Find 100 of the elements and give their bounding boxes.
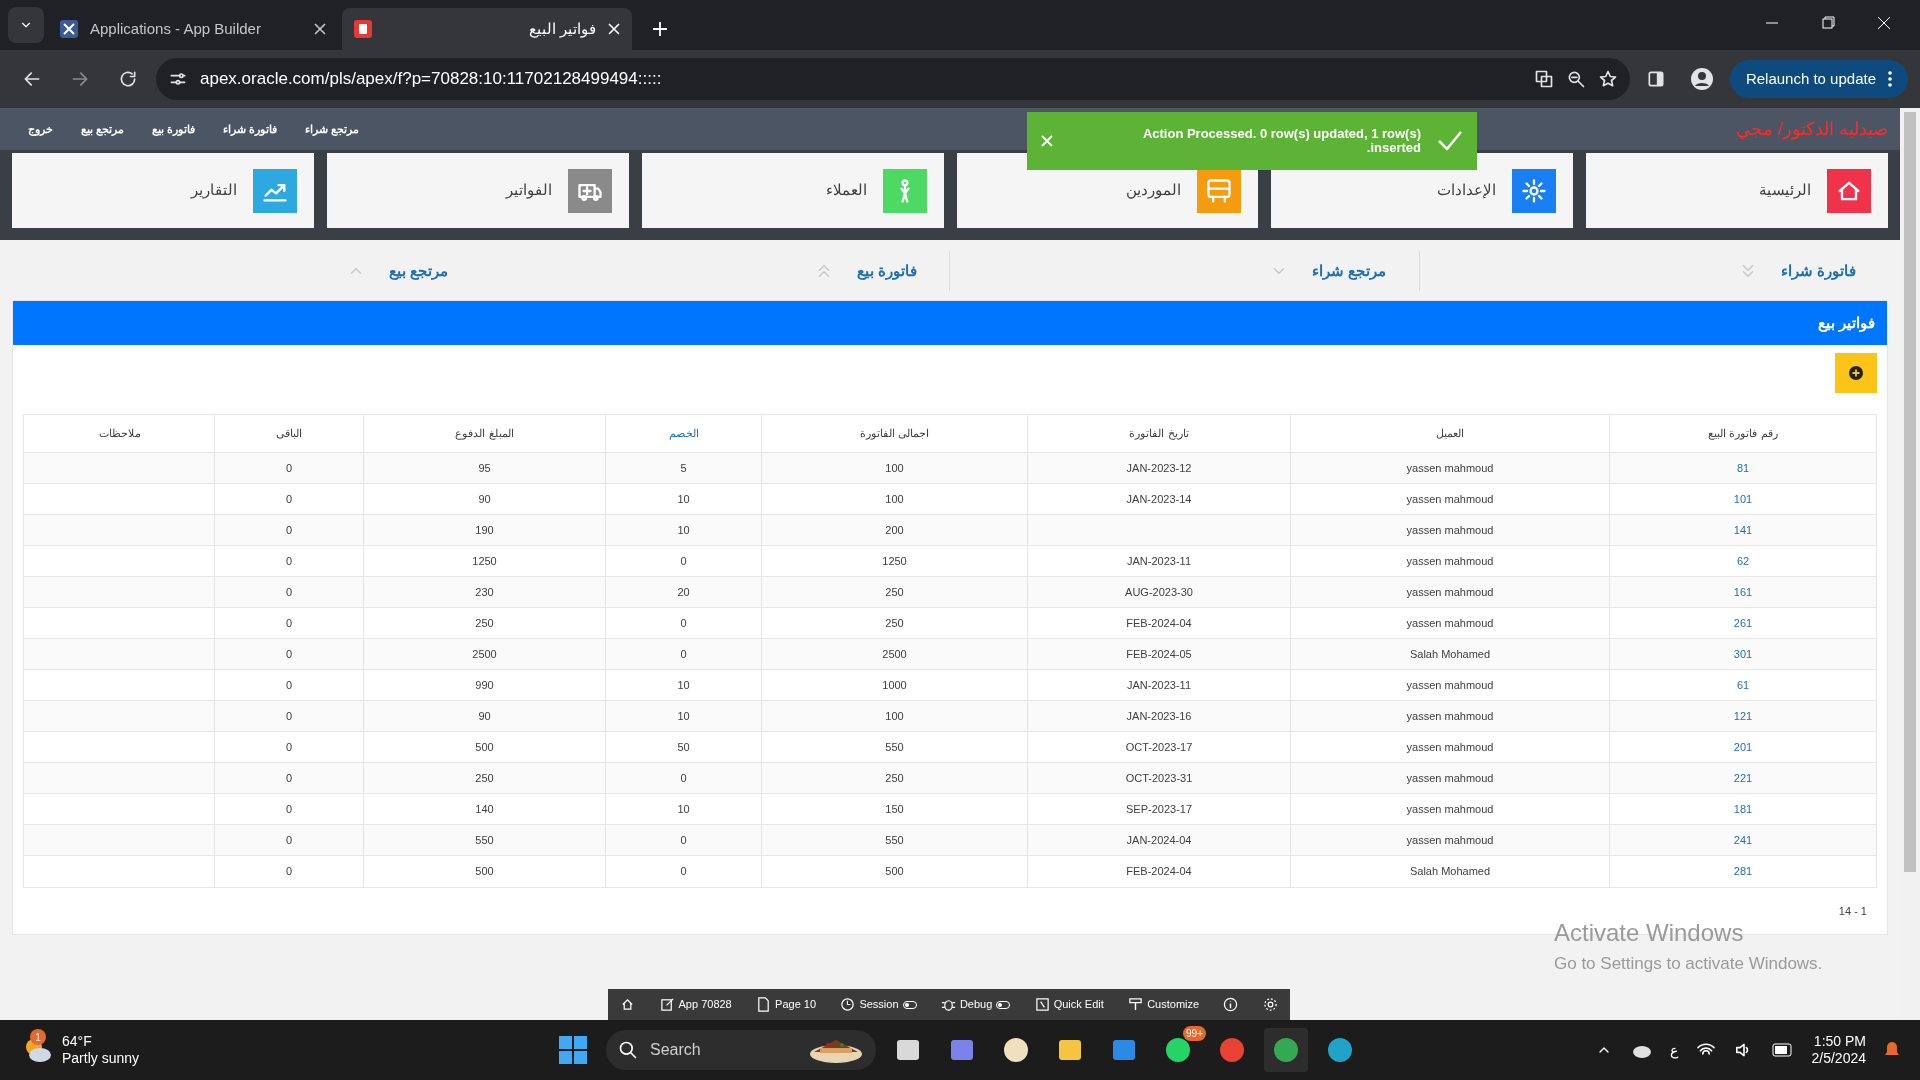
column-header: العميل	[1290, 415, 1609, 452]
column-header: المبلغ الدفوع	[363, 415, 605, 452]
taskbar-search[interactable]: Search	[606, 1030, 876, 1070]
invoice-link[interactable]: 62	[1736, 552, 1750, 570]
invoice-link[interactable]: 301	[1733, 645, 1753, 663]
nav-link[interactable]: فاتورة شراء	[223, 120, 278, 138]
nav-link[interactable]: مرتجع شراء	[305, 120, 360, 138]
collapsible-region-header[interactable]: فاتورة شراء	[1418, 251, 1888, 291]
collapsible-region-header[interactable]: مرتجع شراء	[949, 251, 1419, 291]
notification-badge: 99+	[1183, 1026, 1206, 1041]
invoice-link[interactable]: 221	[1733, 769, 1753, 787]
table-cell-text: 0	[680, 615, 687, 631]
forward-icon[interactable]	[70, 69, 90, 89]
invoice-link[interactable]: 241	[1733, 831, 1753, 849]
page-icon	[756, 997, 772, 1012]
table-cell-text: 0	[285, 770, 293, 786]
windows-start-icon[interactable]	[558, 1035, 588, 1065]
profile-icon[interactable]	[1689, 67, 1714, 91]
nav-link[interactable]: مرتجع بيع	[81, 120, 125, 138]
toolbar-button[interactable]: Customize	[1122, 989, 1206, 1020]
table-cell-text: 0	[285, 864, 293, 880]
table-cell-text: OCT-2023-17	[1125, 739, 1193, 755]
column-header: رقم فاتورة البيع	[1609, 415, 1876, 452]
table-cell-text: Salah Mohamed	[1409, 646, 1491, 662]
toolbar-button[interactable]: App 70828	[653, 989, 738, 1020]
table-cell-text: 200	[885, 522, 904, 538]
restore-icon[interactable]	[1820, 15, 1836, 31]
table-cell-text: FEB-2024-04	[1126, 864, 1192, 880]
invoice-link[interactable]: 141	[1733, 521, 1753, 539]
collapsible-region-header[interactable]: فاتورة بيع	[480, 251, 949, 291]
toolbar-button[interactable]: Debug	[934, 989, 1017, 1020]
back-icon[interactable]	[22, 69, 42, 89]
table-cell-text: 0	[680, 832, 687, 848]
battery-icon[interactable]	[1771, 1043, 1794, 1057]
table-cell-text: 50	[677, 739, 690, 755]
add-button[interactable]	[1835, 353, 1877, 393]
bus-icon	[1205, 176, 1234, 205]
nav-link[interactable]: خروج	[28, 120, 53, 138]
invoice-link[interactable]: 61	[1736, 676, 1750, 694]
table-cell-text: yassen mahmoud	[1406, 708, 1494, 724]
invoice-link[interactable]: 101	[1733, 490, 1753, 508]
address-bar[interactable]: apex.oracle.com/pls/apex/f?p=70828:10:11702128499494:::::	[156, 58, 1630, 100]
table-cell-text: 250	[475, 615, 494, 631]
table-cell-text: JAN-2023-11	[1127, 553, 1191, 569]
table-cell-text: OCT-2023-31	[1125, 770, 1193, 786]
table-cell-text: 10	[677, 801, 690, 817]
nav-link[interactable]: فاتورة بيع	[152, 120, 196, 138]
toolbar-button[interactable]: Page 10	[750, 989, 823, 1020]
column-header[interactable]: الخصم	[605, 415, 761, 452]
brush-icon	[1128, 997, 1144, 1012]
table-cell-text: yassen mahmoud	[1406, 553, 1494, 569]
table-cell-text: 0	[680, 864, 687, 880]
document-icon	[354, 20, 372, 38]
invoice-link[interactable]: 161	[1733, 583, 1753, 601]
table-cell-text: 10	[677, 491, 690, 507]
invoice-link[interactable]: 201	[1733, 738, 1753, 756]
toolbar-button[interactable]: Quick Edit	[1028, 989, 1110, 1020]
table-cell-text: 10	[677, 677, 690, 693]
reload-icon[interactable]	[118, 69, 138, 89]
invoice-link[interactable]: 181	[1733, 800, 1753, 818]
table-cell-text: yassen mahmoud	[1406, 460, 1494, 476]
search-icon	[618, 1040, 638, 1060]
table-cell-text: 100	[885, 491, 904, 507]
checkmark-icon	[1437, 130, 1463, 152]
invoice-link[interactable]: 281	[1733, 863, 1753, 880]
star-icon[interactable]	[1597, 69, 1618, 89]
table-cell-text: SEP-2023-17	[1126, 801, 1193, 817]
settings-icon	[1262, 997, 1278, 1012]
table-cell-text: yassen mahmoud	[1406, 832, 1494, 848]
browser-tab[interactable]: فواتير البيع	[342, 8, 632, 50]
clock-time[interactable]: 1:50 PM	[1813, 1032, 1866, 1050]
table-cell-text: 500	[475, 864, 494, 880]
translate-icon[interactable]	[1533, 69, 1554, 89]
table-cell-text: 0	[285, 646, 293, 662]
close-icon[interactable]	[314, 23, 326, 35]
language-indicator[interactable]: ع	[1669, 1039, 1678, 1061]
weather-widget[interactable]: 1 64°F Partly sunny	[20, 1025, 220, 1075]
nav-tile[interactable]: العملاء	[641, 153, 944, 228]
invoice-link[interactable]: 261	[1733, 614, 1753, 632]
region-title: فواتير بيع	[1817, 312, 1875, 334]
table-cell-text: 150	[885, 801, 904, 817]
toolbar-button[interactable]: Session	[834, 989, 923, 1020]
nav-tile[interactable]: التقارير	[12, 153, 314, 228]
table-cell-text: 990	[475, 677, 494, 693]
table-cell-text: JAN-2023-11	[1127, 677, 1191, 693]
relaunch-button[interactable]: Relaunch to update	[1729, 60, 1908, 98]
table-cell-text: 100	[885, 460, 904, 476]
table-cell-text: 0	[285, 553, 293, 569]
invoice-link[interactable]: 81	[1736, 459, 1750, 477]
edit-icon	[1034, 997, 1050, 1012]
clock-date[interactable]: 2/5/2024	[1811, 1050, 1866, 1068]
invoice-link[interactable]: 121	[1733, 707, 1753, 725]
table-cell-text: 0	[285, 708, 293, 724]
wifi-icon[interactable]	[1695, 1042, 1716, 1058]
table-cell-text: 95	[478, 460, 491, 476]
nav-tile[interactable]: الرئيسية	[1586, 153, 1888, 228]
table-cell-text: 20	[677, 584, 690, 600]
nav-tile[interactable]: الفواتير	[326, 153, 629, 228]
collapsible-region-header[interactable]: مرتجع بيع	[12, 251, 481, 291]
table-cell-text: 2500	[882, 646, 907, 662]
